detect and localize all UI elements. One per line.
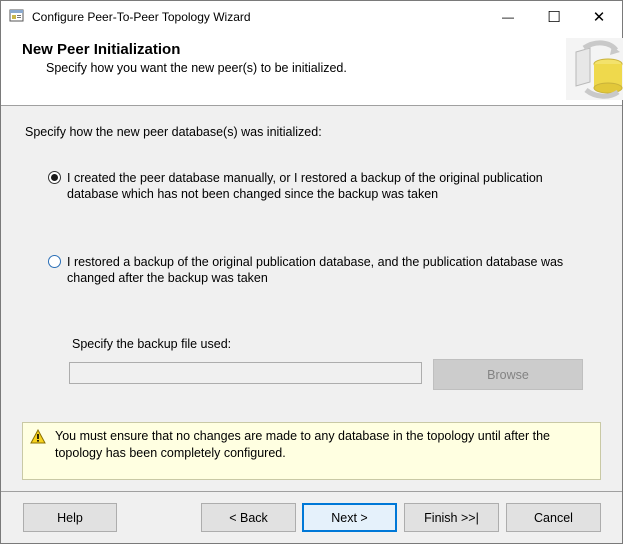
database-sync-icon	[566, 38, 623, 100]
backup-file-label: Specify the backup file used:	[72, 337, 232, 351]
warning-icon	[30, 429, 46, 444]
help-button[interactable]: Help	[23, 503, 117, 532]
browse-label: Browse	[487, 367, 529, 382]
option-label: I restored a backup of the original publ…	[67, 255, 564, 285]
title-bar[interactable]: Configure Peer-To-Peer Topology Wizard —…	[1, 1, 622, 32]
footer-divider	[1, 491, 622, 492]
finish-button[interactable]: Finish >>|	[404, 503, 499, 532]
page-subtitle: Specify how you want the new peer(s) to …	[46, 61, 347, 75]
cancel-label: Cancel	[534, 510, 573, 525]
finish-label: Finish >>|	[424, 510, 479, 525]
warning-panel: You must ensure that no changes are made…	[22, 422, 601, 480]
back-label: < Back	[229, 510, 268, 525]
wizard-header: New Peer Initialization Specify how you …	[1, 32, 623, 106]
initialization-prompt: Specify how the new peer database(s) was…	[25, 125, 322, 139]
warning-text: You must ensure that no changes are made…	[55, 429, 551, 460]
maximize-button[interactable]: ☐	[531, 1, 577, 32]
window-title: Configure Peer-To-Peer Topology Wizard	[32, 10, 251, 24]
maximize-icon: ☐	[547, 8, 561, 26]
next-label: Next >	[331, 510, 368, 525]
wizard-app-icon	[9, 9, 24, 22]
browse-button[interactable]: Browse	[433, 359, 583, 390]
close-icon: ✕	[592, 8, 606, 26]
next-button[interactable]: Next >	[302, 503, 397, 532]
minimize-icon: —	[502, 9, 514, 24]
backup-file-input[interactable]	[69, 362, 422, 384]
radio-button-unselected[interactable]	[48, 255, 61, 268]
option-restored-changed-backup[interactable]: I restored a backup of the original publ…	[48, 254, 587, 286]
cancel-button[interactable]: Cancel	[506, 503, 601, 532]
help-label: Help	[57, 510, 83, 525]
minimize-button[interactable]: —	[485, 1, 531, 32]
page-title: New Peer Initialization	[22, 41, 181, 58]
back-button[interactable]: < Back	[201, 503, 296, 532]
option-label: I created the peer database manually, or…	[67, 171, 543, 201]
close-button[interactable]: ✕	[576, 1, 622, 32]
radio-button-selected[interactable]	[48, 171, 61, 184]
wizard-window: Configure Peer-To-Peer Topology Wizard —…	[0, 0, 623, 544]
option-manual-or-unchanged-backup[interactable]: I created the peer database manually, or…	[48, 170, 587, 202]
